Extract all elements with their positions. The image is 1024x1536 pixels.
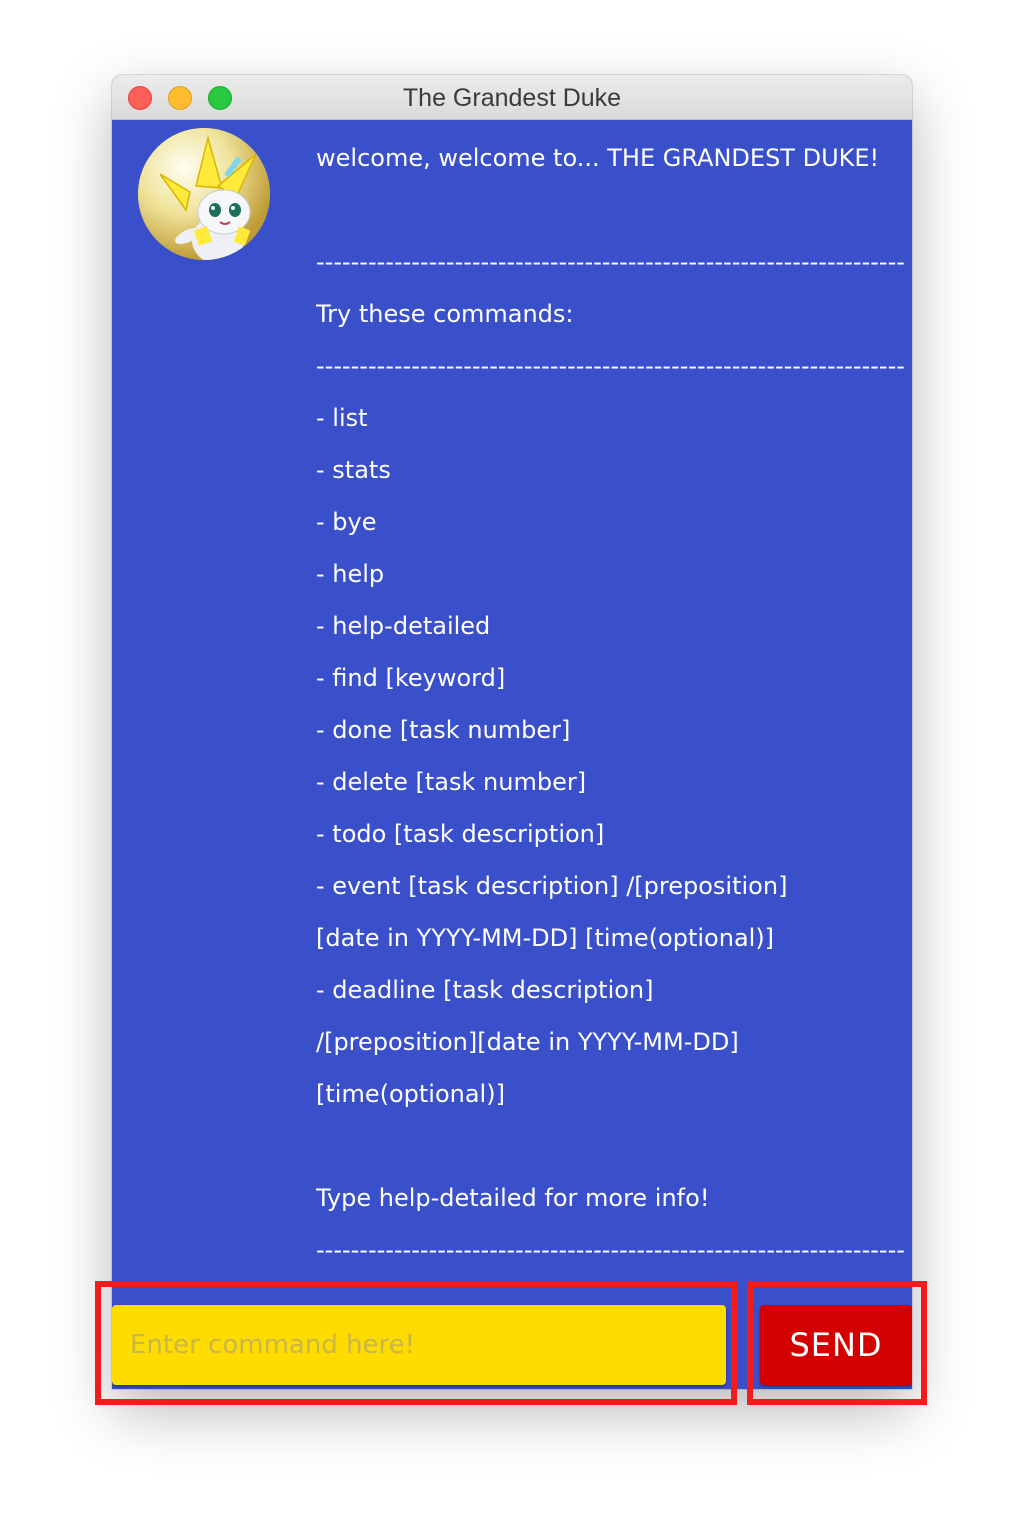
- message-line: welcome, welcome to... THE GRANDEST DUKE…: [316, 144, 880, 172]
- command-item-continued: /[preposition][date in YYYY-MM-DD]: [316, 1028, 739, 1056]
- send-button[interactable]: SEND: [760, 1305, 912, 1385]
- message-line: Try these commands:: [316, 300, 574, 328]
- command-item: - help-detailed: [316, 612, 491, 640]
- jirachi-avatar-icon: [138, 128, 270, 260]
- app-window: The Grandest Duke welcome, welcome to...…: [112, 75, 912, 1389]
- bot-message: welcome, welcome to... THE GRANDEST DUKE…: [316, 132, 906, 1276]
- command-item: - deadline [task description]: [316, 976, 654, 1004]
- command-item-continued: [date in YYYY-MM-DD] [time(optional)]: [316, 924, 775, 952]
- command-item: - done [task number]: [316, 716, 571, 744]
- command-item: - event [task description] /[preposition…: [316, 872, 788, 900]
- command-item: - todo [task description]: [316, 820, 605, 848]
- message-divider: ----------------------------------------…: [316, 1236, 906, 1264]
- message-line: Type help-detailed for more info!: [316, 1184, 710, 1212]
- command-item: - find [keyword]: [316, 664, 506, 692]
- command-item: - help: [316, 560, 385, 588]
- message-divider: ----------------------------------------…: [316, 248, 906, 276]
- input-bar: SEND: [112, 1302, 912, 1389]
- chat-area[interactable]: welcome, welcome to... THE GRANDEST DUKE…: [112, 120, 912, 1302]
- command-item: - delete [task number]: [316, 768, 587, 796]
- title-bar: The Grandest Duke: [112, 75, 912, 120]
- window-title: The Grandest Duke: [402, 84, 622, 112]
- message-divider: ----------------------------------------…: [316, 352, 906, 380]
- command-item-continued: [time(optional)]: [316, 1080, 505, 1108]
- command-input[interactable]: [112, 1305, 726, 1385]
- command-item: - list: [316, 404, 368, 432]
- message-line: [316, 1120, 906, 1172]
- message-line: [316, 184, 906, 236]
- command-item: - stats: [316, 456, 391, 484]
- command-item: - bye: [316, 508, 377, 536]
